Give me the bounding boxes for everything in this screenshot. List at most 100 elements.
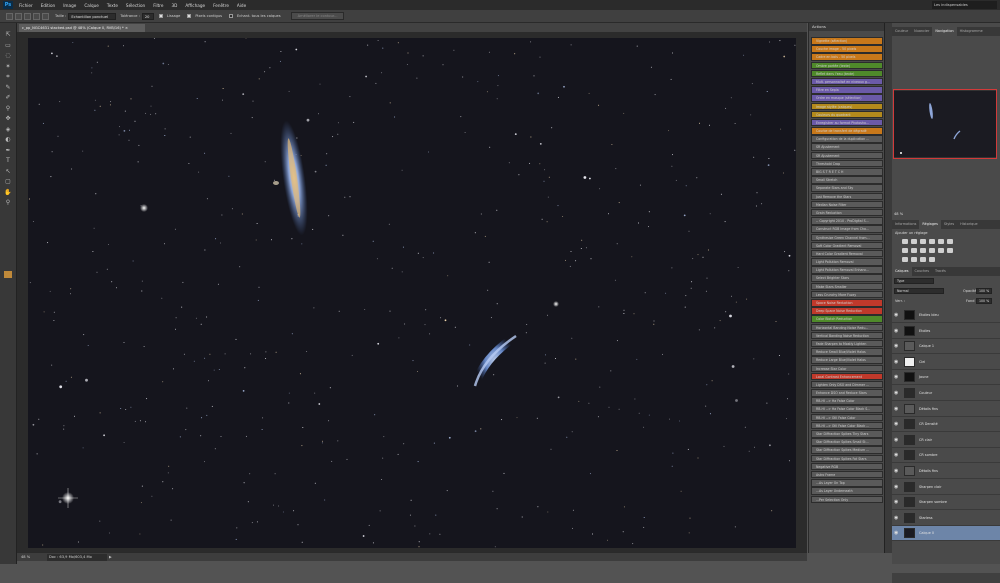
tab-nav_panel-3[interactable]: Histogramme [957, 27, 986, 36]
layer-row[interactable]: ◉ CR Densité [892, 417, 1000, 433]
visibility-eye-icon[interactable]: ◉ [894, 530, 900, 536]
action-item[interactable]: Cadre en bois - 50 pixels [811, 53, 883, 61]
magic-wand-tool-preset[interactable] [6, 12, 13, 20]
tool-icon-4[interactable]: ⌗ [4, 73, 12, 80]
action-item[interactable]: Fade Sharpen to Mostly Lighten [811, 339, 883, 348]
action-item[interactable]: Image stylée (calques) [811, 102, 883, 110]
adjustment-icon[interactable] [928, 256, 935, 262]
action-item[interactable]: RB-HI --> OIII False Color Black ... [811, 421, 883, 430]
action-item[interactable]: Less Crunchy More Fuzzy [811, 290, 883, 299]
subtract-selection-icon[interactable] [33, 12, 40, 20]
action-item[interactable]: Ordre en masque (sélection) [811, 94, 883, 102]
visibility-eye-icon[interactable]: ◉ [894, 437, 900, 443]
visibility-eye-icon[interactable]: ◉ [894, 343, 900, 349]
action-item[interactable]: Star Diffraction Spikes Fat Stars [811, 454, 883, 463]
action-item[interactable]: Lighten Only DSO and Dimmer ... [811, 380, 883, 389]
action-item[interactable]: RB-HI --> OIII False Color [811, 413, 883, 422]
menu-item-10[interactable]: Aide [237, 3, 246, 8]
tool-icon-14[interactable]: ▢ [4, 178, 12, 185]
tab-layers_panel-2[interactable]: Tracés [932, 267, 949, 276]
zoom-level[interactable]: 48 % [21, 553, 30, 561]
navigator-zoom[interactable]: 48 % [894, 212, 903, 216]
tool-icon-11[interactable]: ✒ [4, 147, 12, 154]
tool-icon-1[interactable]: ▭ [4, 42, 12, 49]
action-item[interactable]: Light Pollution Removal Enhanc... [811, 266, 883, 274]
action-item[interactable]: ...As Layer Underneath [811, 487, 883, 495]
visibility-eye-icon[interactable]: ◉ [894, 499, 900, 505]
tab-adjust_panel-1[interactable]: Réglages [919, 220, 941, 229]
menu-item-2[interactable]: Image [63, 3, 76, 8]
layer-row[interactable]: ◉ Détails fins [892, 402, 1000, 417]
tool-icon-0[interactable]: ⇱ [4, 31, 12, 38]
menu-item-0[interactable]: Fichier [19, 3, 33, 8]
layer-row[interactable]: ◉ CR clair [892, 433, 1000, 448]
visibility-eye-icon[interactable]: ◉ [894, 312, 900, 318]
action-item[interactable]: Select Brighter Stars [811, 274, 883, 282]
action-item[interactable]: Enregistrer au format Photosho... [811, 118, 883, 127]
action-item[interactable]: Astro Frame [811, 470, 883, 479]
visibility-eye-icon[interactable]: ◉ [894, 374, 900, 380]
action-item[interactable]: Grain Reduction [811, 208, 883, 217]
action-item[interactable]: Hard Color Gradient Removal [811, 249, 883, 258]
tab-nav_panel-1[interactable]: Nuancier [911, 27, 932, 36]
tool-icon-2[interactable]: ◌ [4, 52, 12, 59]
tab-adjust_panel-3[interactable]: Historique [957, 220, 980, 229]
menu-item-3[interactable]: Calque [84, 3, 99, 8]
layer-row[interactable]: ◉ CR sombre [892, 448, 1000, 464]
tab-nav_panel-2[interactable]: Navigation [932, 27, 957, 36]
action-item[interactable]: ...Per Selection Only [811, 495, 883, 503]
new-selection-icon[interactable] [15, 12, 22, 20]
visibility-eye-icon[interactable]: ◉ [894, 406, 900, 412]
blend-mode-select[interactable]: Normal [894, 288, 944, 294]
tab-layers_panel-0[interactable]: Calques [892, 267, 912, 276]
menu-item-6[interactable]: Filtre [153, 3, 163, 8]
action-item[interactable]: Separate Stars and Sky [811, 184, 883, 192]
action-item[interactable]: Mult. personnalisé en niveaux g... [811, 77, 883, 86]
menu-item-1[interactable]: Edition [41, 3, 56, 8]
visibility-eye-icon[interactable]: ◉ [894, 390, 900, 396]
sample-all-layers-checkbox[interactable] [228, 14, 233, 18]
adjustment-icon[interactable] [901, 238, 908, 244]
action-item[interactable]: Local Contrast Enhancement [811, 372, 883, 381]
action-item[interactable]: Color Blotch Reduction [811, 315, 883, 323]
status-menu-arrow-icon[interactable]: ▶ [109, 553, 112, 561]
tab-layers_panel-1[interactable]: Couches [912, 267, 932, 276]
action-item[interactable]: Soft Color Gradient Removal [811, 241, 883, 250]
tool-icon-16[interactable]: ⚲ [4, 199, 12, 206]
layer-row[interactable]: ◉ Calque 1 [892, 339, 1000, 355]
action-item[interactable]: Horizontal Banding Noise Redu... [811, 323, 883, 332]
adjustment-icon[interactable] [937, 238, 944, 244]
action-item[interactable]: Ombre portée (texte) [811, 61, 883, 70]
tolerance-input[interactable]: 20 [141, 12, 154, 20]
action-item[interactable]: -- Copyright 2010 - ProDigital S... [811, 217, 883, 225]
tab-adjust_panel-0[interactable]: Informations [892, 220, 919, 229]
tab-nav_panel-0[interactable]: Couleur [892, 27, 911, 36]
tool-icon-6[interactable]: ✐ [4, 94, 12, 101]
layer-row[interactable]: ◉ Couleur [892, 386, 1000, 401]
action-item[interactable]: Deep Space Noise Reduction [811, 307, 883, 315]
layer-row[interactable]: ◉ Calque 0 [892, 526, 1000, 542]
action-item[interactable]: Configuration de la duplication ... [811, 135, 883, 143]
layer-row[interactable]: ◉ Détails fins [892, 464, 1000, 479]
antialias-checkbox[interactable] [158, 14, 163, 18]
tool-icon-15[interactable]: ✋ [4, 189, 12, 196]
action-item[interactable]: Filtre en Sepia [811, 86, 883, 94]
action-item[interactable]: Star Diffraction Spikes Medium ... [811, 446, 883, 454]
adjustment-icon[interactable] [919, 238, 926, 244]
tool-icon-5[interactable]: ✎ [4, 84, 12, 91]
sample-size-select[interactable]: Echantillon ponctuel [68, 12, 117, 20]
tab-adjust_panel-2[interactable]: Styles [941, 220, 957, 229]
foreground-color-swatch[interactable] [4, 271, 12, 278]
adjustment-icon[interactable] [928, 238, 935, 244]
layer-row[interactable]: ◉ Sharpen clair [892, 480, 1000, 495]
action-item[interactable]: Star Diffraction Spikes Small St... [811, 438, 883, 446]
action-item[interactable]: Synthesize Green Channel from... [811, 233, 883, 241]
layer-row[interactable]: ◉ Sharpen sombre [892, 495, 1000, 511]
adjustment-icon[interactable] [946, 247, 953, 253]
action-item[interactable]: Increase Star Color [811, 364, 883, 372]
layer-row[interactable]: ◉ Starless [892, 511, 1000, 526]
actions-panel-title[interactable]: Actions [809, 23, 884, 31]
adjustment-icon[interactable] [937, 247, 944, 253]
tool-icon-13[interactable]: ↖ [4, 168, 12, 175]
visibility-eye-icon[interactable]: ◉ [894, 421, 900, 427]
